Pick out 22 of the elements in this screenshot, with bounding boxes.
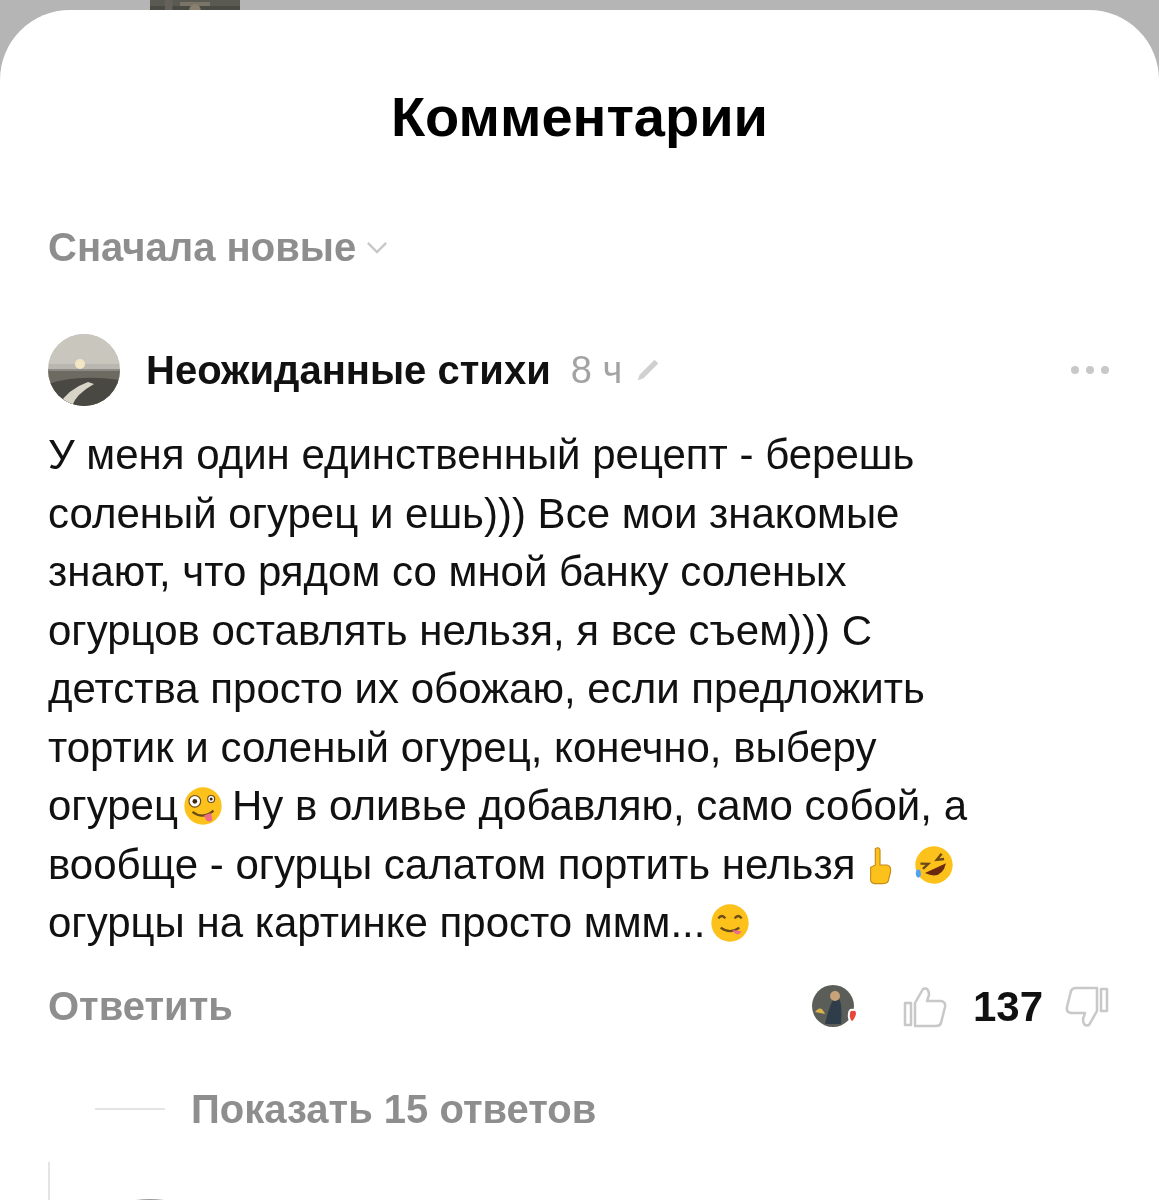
chevron-down-icon (366, 241, 389, 254)
comment-text: У меня один единственный рецепт - берешь (48, 430, 915, 480)
sheet-title: Комментарии (390, 84, 769, 149)
comment-text: Ну в оливье добавляю, само собой, а (232, 781, 967, 831)
comment-text: тортик и соленый огурец, конечно, выберу (48, 722, 877, 773)
comment-time: 8 ч (570, 348, 623, 392)
reply-link[interactable]: Ответить (48, 984, 233, 1029)
comment-text: детства просто их обожаю, если предложить (48, 664, 925, 714)
comment-text: огурцов оставлять нельзя, я все съем))) С (48, 605, 872, 656)
yum-face-icon (709, 902, 752, 945)
more-icon[interactable] (1069, 365, 1111, 375)
comment-text: огурец (48, 781, 178, 831)
comment-text: вообще - огурцы салатом портить нельзя (48, 839, 856, 890)
author-name[interactable]: Неожиданные стихи (146, 347, 551, 393)
comment-text: огурцы на картинке просто ммм... (48, 898, 706, 948)
comment-text: соленый огурец и ешь))) Все мои знакомые (48, 488, 900, 539)
zany-face-icon (182, 785, 224, 828)
like-count: 137 (972, 982, 1043, 1031)
laughing-face-icon (913, 843, 956, 886)
show-replies-button[interactable]: Показать 15 ответов (191, 1086, 597, 1132)
sort-dropdown[interactable]: Сначала новые (48, 225, 389, 270)
comment-text: знают, что рядом со мной банку соленых (48, 547, 847, 597)
